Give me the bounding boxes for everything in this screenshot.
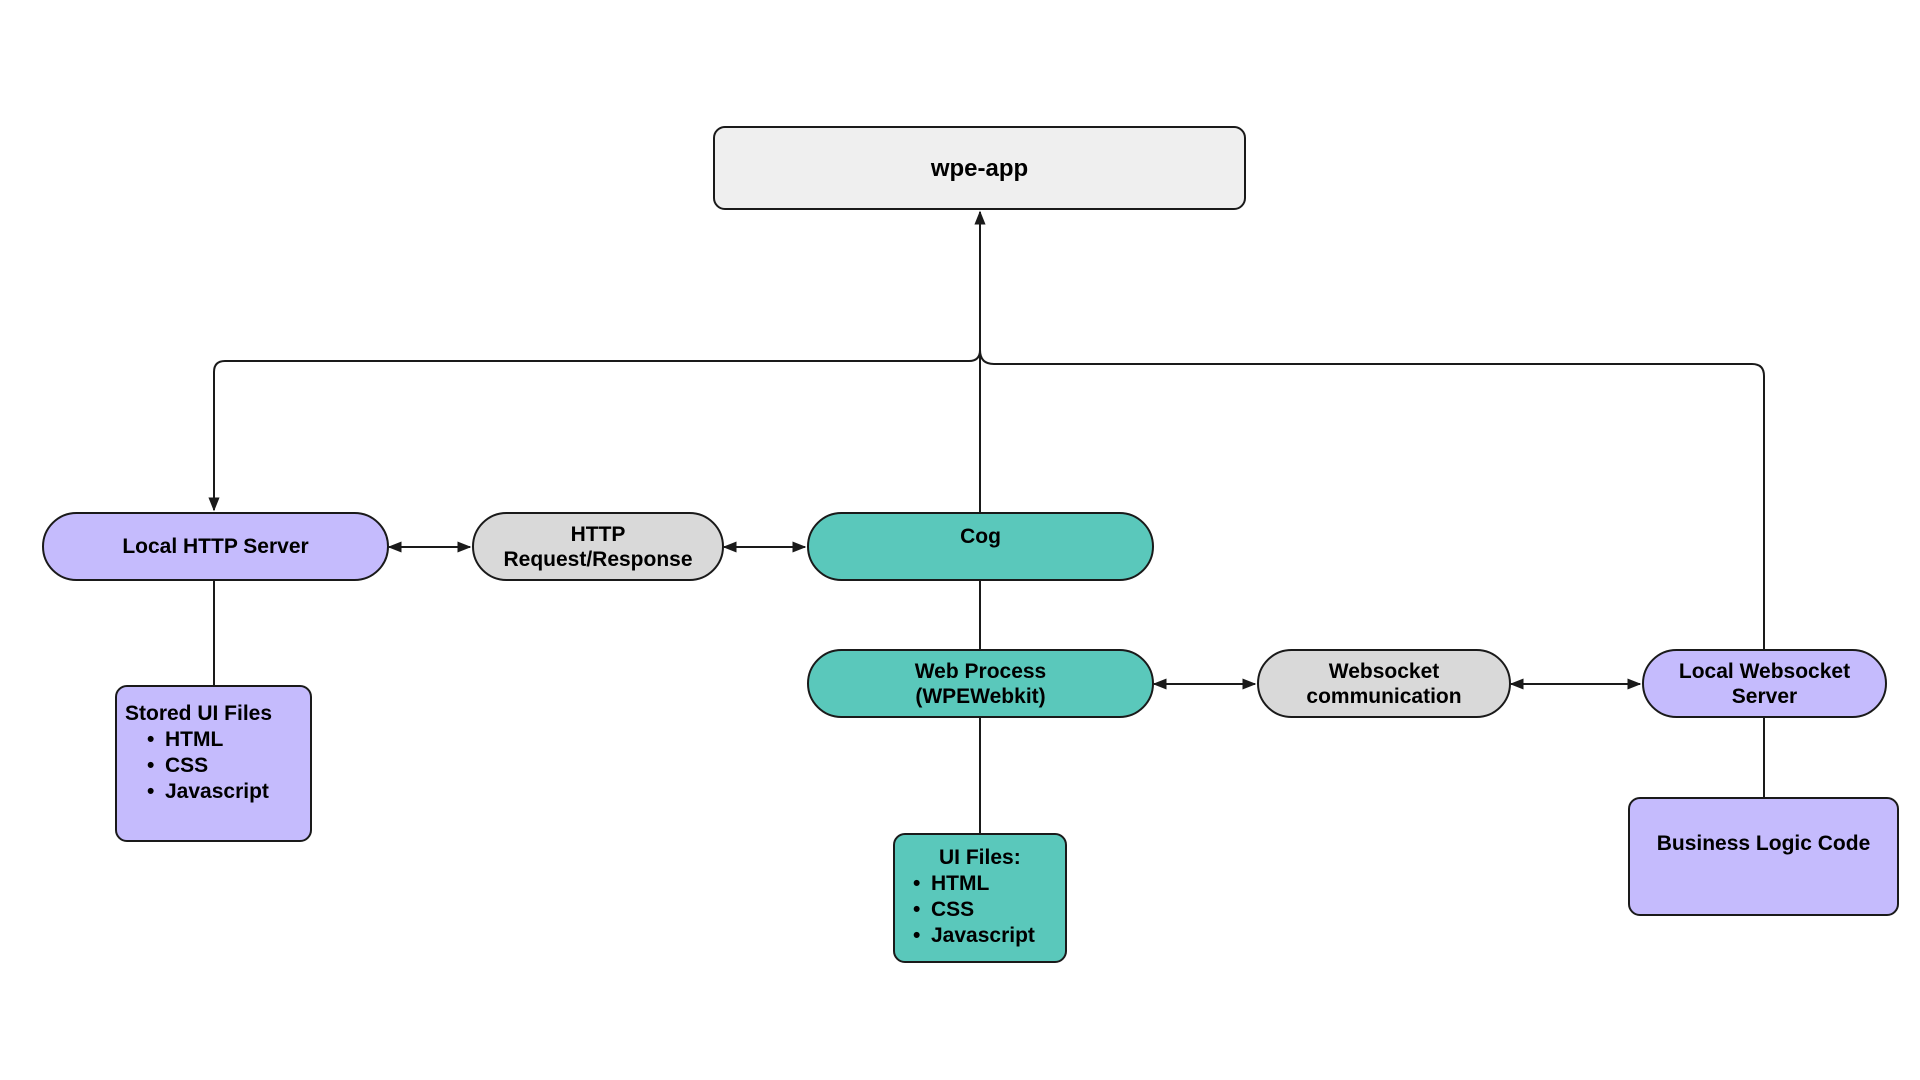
web-process-line1: Web Process [914, 659, 1047, 683]
local-http-server-label: Local HTTP Server [122, 535, 309, 558]
ui-files-item: CSS [913, 897, 1035, 923]
wpe-app-node[interactable]: wpe-app [713, 126, 1246, 210]
cog-node[interactable]: Cog [807, 512, 1154, 581]
business-logic-code-node[interactable]: Business Logic Code [1628, 797, 1899, 916]
local-websocket-server-line2: Server [1731, 684, 1798, 708]
web-process-line2: (WPEWebkit) [915, 684, 1046, 708]
stored-ui-files-item: CSS [147, 753, 269, 779]
edge-ws-server-to-wpe-app [979, 349, 1765, 649]
ui-files-item: HTML [913, 871, 1035, 897]
ui-files-title: UI Files: [939, 846, 1021, 869]
stored-ui-files-item: HTML [147, 727, 269, 753]
ui-files-node[interactable]: UI Files: HTML CSS Javascript [893, 833, 1067, 963]
websocket-communication-line1: Websocket [1328, 659, 1440, 683]
stored-ui-files-title: Stored UI Files [125, 702, 273, 725]
cog-label: Cog [960, 525, 1001, 548]
stored-ui-files-node[interactable]: Stored UI Files HTML CSS Javascript [115, 685, 312, 842]
local-http-server-node[interactable]: Local HTTP Server [42, 512, 389, 581]
local-websocket-server-node[interactable]: Local Websocket Server [1642, 649, 1887, 718]
wpe-app-label: wpe-app [930, 154, 1029, 182]
business-logic-code-label: Business Logic Code [1656, 832, 1871, 855]
edge-wpe-app-to-http-server [208, 349, 981, 512]
http-request-response-line2: Request/Response [503, 547, 693, 571]
websocket-communication-node[interactable]: Websocket communication [1257, 649, 1511, 718]
ui-files-list: HTML CSS Javascript [913, 871, 1035, 949]
web-process-node[interactable]: Web Process (WPEWebkit) [807, 649, 1154, 718]
stored-ui-files-item: Javascript [147, 779, 269, 805]
stored-ui-files-list: HTML CSS Javascript [125, 727, 269, 805]
http-request-response-node[interactable]: HTTP Request/Response [472, 512, 724, 581]
http-request-response-line1: HTTP [570, 522, 626, 546]
websocket-communication-line2: communication [1306, 684, 1462, 708]
local-websocket-server-line1: Local Websocket [1678, 659, 1851, 683]
ui-files-item: Javascript [913, 923, 1035, 949]
